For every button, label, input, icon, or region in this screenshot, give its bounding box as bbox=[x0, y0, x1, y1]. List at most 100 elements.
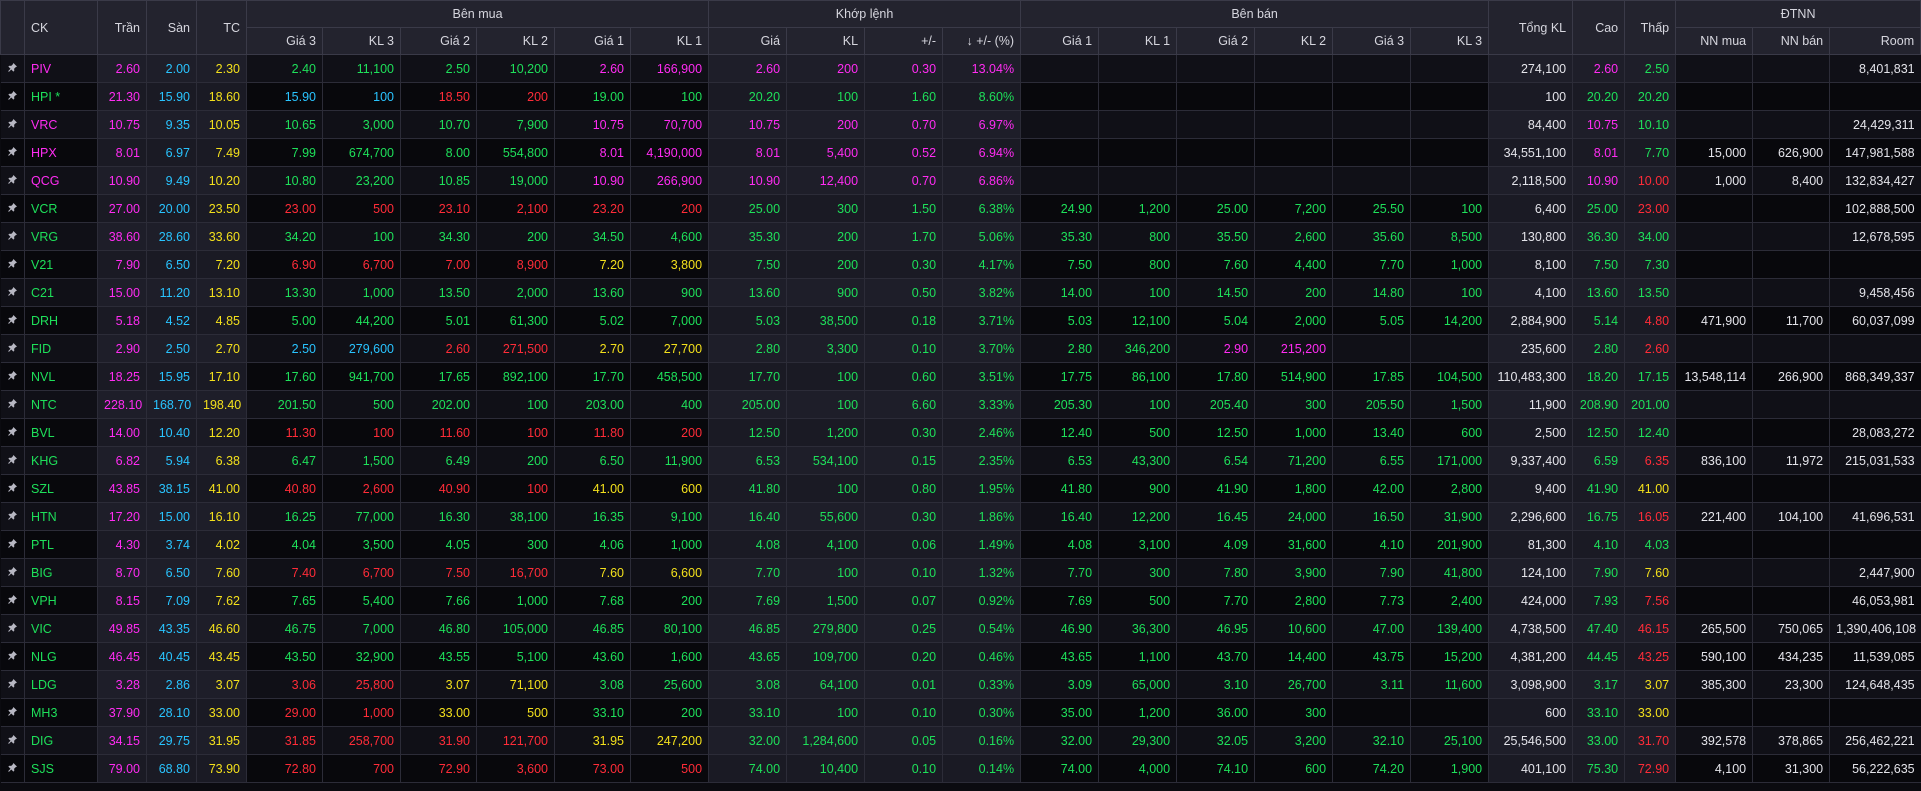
symbol[interactable]: BVL bbox=[24, 418, 98, 447]
pin-icon[interactable] bbox=[0, 110, 25, 139]
table-row[interactable]: NLG 46.45 40.45 43.45 43.50 32,900 43.55 5,100 4… bbox=[0, 642, 1921, 671]
header-tc[interactable]: TC bbox=[196, 0, 247, 55]
pin-icon[interactable] bbox=[0, 614, 25, 643]
symbol[interactable]: HTN bbox=[24, 502, 98, 531]
pin-icon[interactable] bbox=[0, 446, 25, 475]
symbol[interactable]: HPI * bbox=[24, 82, 98, 111]
symbol[interactable]: PIV bbox=[24, 54, 98, 83]
header-sell-price-1[interactable]: Giá 1 bbox=[1020, 27, 1100, 55]
pin-icon[interactable] bbox=[0, 138, 25, 167]
header-ck[interactable]: CK bbox=[24, 0, 98, 55]
symbol[interactable]: NVL bbox=[24, 362, 98, 391]
symbol[interactable]: C21 bbox=[24, 278, 98, 307]
header-cao[interactable]: Cao bbox=[1572, 0, 1626, 55]
symbol[interactable]: VRC bbox=[24, 110, 98, 139]
symbol[interactable]: FID bbox=[24, 334, 98, 363]
pin-icon[interactable] bbox=[0, 54, 25, 83]
table-row[interactable]: LDG 3.28 2.86 3.07 3.06 25,800 3.07 71,100 3.08 2… bbox=[0, 670, 1921, 699]
header-buy-price-1[interactable]: Giá 1 bbox=[554, 27, 631, 55]
pin-icon[interactable] bbox=[0, 670, 25, 699]
header-buy-vol-2[interactable]: KL 2 bbox=[476, 27, 555, 55]
header-sell-price-2[interactable]: Giá 2 bbox=[1176, 27, 1256, 55]
symbol[interactable]: PTL bbox=[24, 530, 98, 559]
symbol[interactable]: VCR bbox=[24, 194, 98, 223]
table-row[interactable]: VRG 38.60 28.60 33.60 34.20 100 34.30 200 34.50 4… bbox=[0, 222, 1921, 251]
header-buy-price-2[interactable]: Giá 2 bbox=[400, 27, 477, 55]
pin-icon[interactable] bbox=[0, 530, 25, 559]
symbol[interactable]: NLG bbox=[24, 642, 98, 671]
header-san[interactable]: Sàn bbox=[146, 0, 197, 55]
table-row[interactable]: C21 15.00 11.20 13.10 13.30 1,000 13.50 2,000 13… bbox=[0, 278, 1921, 307]
pin-icon[interactable] bbox=[0, 558, 25, 587]
header-buy-price-3[interactable]: Giá 3 bbox=[246, 27, 323, 55]
header-match-vol[interactable]: KL bbox=[786, 27, 866, 55]
header-tong-kl[interactable]: Tổng KL bbox=[1488, 0, 1574, 55]
symbol[interactable]: V21 bbox=[24, 250, 98, 279]
table-row[interactable]: NVL 18.25 15.95 17.10 17.60 941,700 17.65 892,1… bbox=[0, 362, 1921, 391]
pin-icon[interactable] bbox=[0, 754, 25, 783]
pin-icon[interactable] bbox=[0, 418, 25, 447]
header-nn-ban[interactable]: NN bán bbox=[1752, 27, 1831, 55]
pin-icon[interactable] bbox=[0, 390, 25, 419]
symbol[interactable]: LDG bbox=[24, 670, 98, 699]
header-sell-vol-3[interactable]: KL 3 bbox=[1410, 27, 1490, 55]
pin-icon[interactable] bbox=[0, 222, 25, 251]
header-sell-price-3[interactable]: Giá 3 bbox=[1332, 27, 1412, 55]
pin-icon[interactable] bbox=[0, 362, 25, 391]
header-buy-vol-1[interactable]: KL 1 bbox=[629, 27, 710, 55]
pin-icon[interactable] bbox=[0, 586, 25, 615]
symbol[interactable]: SZL bbox=[24, 474, 98, 503]
table-row[interactable]: QCG 10.90 9.49 10.20 10.80 23,200 10.85 19,000 1… bbox=[0, 166, 1921, 195]
header-buy-vol-3[interactable]: KL 3 bbox=[322, 27, 401, 55]
pin-icon[interactable] bbox=[0, 474, 25, 503]
table-row[interactable]: BIG 8.70 6.50 7.60 7.40 6,700 7.50 16,700 7.60 6,… bbox=[0, 558, 1921, 587]
header-change-pct-sorted[interactable]: ↓ +/- (%) bbox=[942, 27, 1022, 55]
pin-icon[interactable] bbox=[0, 726, 25, 755]
header-thap[interactable]: Thấp bbox=[1624, 0, 1677, 55]
table-row[interactable]: HPX 8.01 6.97 7.49 7.99 674,700 8.00 554,800 8.0… bbox=[0, 138, 1921, 167]
header-change[interactable]: +/- bbox=[864, 27, 944, 55]
table-row[interactable]: VPH 8.15 7.09 7.62 7.65 5,400 7.66 1,000 7.68 200… bbox=[0, 586, 1921, 615]
pin-icon[interactable] bbox=[0, 278, 25, 307]
table-row[interactable]: VIC 49.85 43.35 46.60 46.75 7,000 46.80 105,000… bbox=[0, 614, 1921, 643]
table-row[interactable]: HPI * 21.30 15.90 18.60 15.90 100 18.50 200 19.0… bbox=[0, 82, 1921, 111]
table-row[interactable]: DIG 34.15 29.75 31.95 31.85 258,700 31.90 121,7… bbox=[0, 726, 1921, 755]
pin-icon[interactable] bbox=[0, 502, 25, 531]
symbol[interactable]: MH3 bbox=[24, 698, 98, 727]
symbol[interactable]: VRG bbox=[24, 222, 98, 251]
symbol[interactable]: QCG bbox=[24, 166, 98, 195]
symbol[interactable]: DRH bbox=[24, 306, 98, 335]
table-row[interactable]: SZL 43.85 38.15 41.00 40.80 2,600 40.90 100 41.0… bbox=[0, 474, 1921, 503]
table-row[interactable]: NTC 228.10 168.70 198.40 201.50 500 202.00 100 2… bbox=[0, 390, 1921, 419]
header-nn-mua[interactable]: NN mua bbox=[1675, 27, 1754, 55]
table-row[interactable]: VRC 10.75 9.35 10.05 10.65 3,000 10.70 7,900 10.… bbox=[0, 110, 1921, 139]
pin-icon[interactable] bbox=[0, 250, 25, 279]
table-row[interactable]: VCR 27.00 20.00 23.50 23.00 500 23.10 2,100 23.2… bbox=[0, 194, 1921, 223]
header-sell-vol-2[interactable]: KL 2 bbox=[1254, 27, 1334, 55]
pin-icon[interactable] bbox=[0, 306, 25, 335]
table-row[interactable]: MH3 37.90 28.10 33.00 29.00 1,000 33.00 500 33.1… bbox=[0, 698, 1921, 727]
pin-icon[interactable] bbox=[0, 166, 25, 195]
symbol[interactable]: BIG bbox=[24, 558, 98, 587]
header-match-price[interactable]: Giá bbox=[708, 27, 788, 55]
table-row[interactable]: V21 7.90 6.50 7.20 6.90 6,700 7.00 8,900 7.20 3,8… bbox=[0, 250, 1921, 279]
symbol[interactable]: SJS bbox=[24, 754, 98, 783]
table-row[interactable]: HTN 17.20 15.00 16.10 16.25 77,000 16.30 38,100… bbox=[0, 502, 1921, 531]
symbol[interactable]: NTC bbox=[24, 390, 98, 419]
table-row[interactable]: BVL 14.00 10.40 12.20 11.30 100 11.60 100 11.80 2… bbox=[0, 418, 1921, 447]
symbol[interactable]: KHG bbox=[24, 446, 98, 475]
header-sell-vol-1[interactable]: KL 1 bbox=[1098, 27, 1178, 55]
table-row[interactable]: DRH 5.18 4.52 4.85 5.00 44,200 5.01 61,300 5.02 7… bbox=[0, 306, 1921, 335]
pin-icon[interactable] bbox=[0, 642, 25, 671]
pin-icon[interactable] bbox=[0, 698, 25, 727]
symbol[interactable]: VPH bbox=[24, 586, 98, 615]
table-row[interactable]: PIV 2.60 2.00 2.30 2.40 11,100 2.50 10,200 2.60 1… bbox=[0, 54, 1921, 83]
symbol[interactable]: VIC bbox=[24, 614, 98, 643]
header-tran[interactable]: Trần bbox=[97, 0, 147, 55]
pin-icon[interactable] bbox=[0, 82, 25, 111]
table-row[interactable]: PTL 4.30 3.74 4.02 4.04 3,500 4.05 300 4.06 1,000… bbox=[0, 530, 1921, 559]
table-row[interactable]: KHG 6.82 5.94 6.38 6.47 1,500 6.49 200 6.50 11,90… bbox=[0, 446, 1921, 475]
header-room[interactable]: Room bbox=[1829, 27, 1921, 55]
symbol[interactable]: HPX bbox=[24, 138, 98, 167]
pin-icon[interactable] bbox=[0, 194, 25, 223]
